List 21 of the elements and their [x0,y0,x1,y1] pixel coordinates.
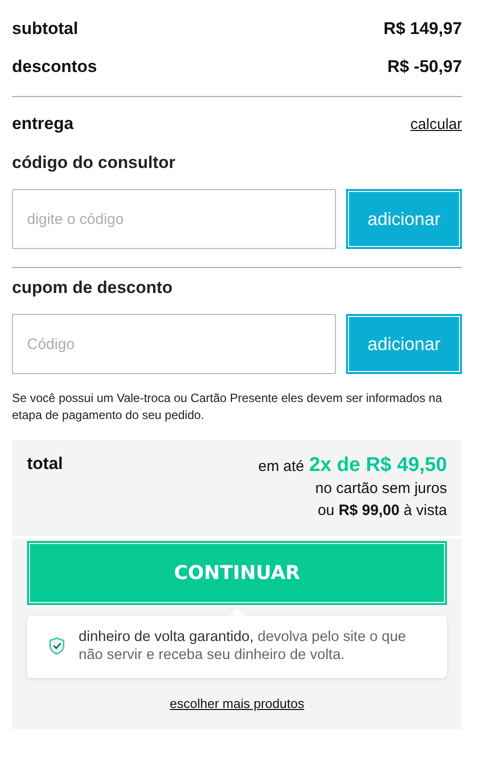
code-field[interactable]: digite o código [12,189,336,249]
section-title: código do consultor [12,153,176,173]
delivery-label: entrega [12,114,74,134]
installment-prefix: em até [258,457,304,477]
continue-button[interactable]: CONTINUAR [27,541,447,605]
code-field[interactable]: Código [12,314,336,374]
more-products-link[interactable]: escolher mais produtos [170,696,304,711]
summary-label: subtotal [12,19,78,39]
total-label: total [27,454,63,475]
cash-price: ou R$ 99,00 à vista [318,501,447,521]
section-title: cupom de desconto [12,278,174,298]
add-button[interactable]: adicionar [346,314,462,374]
summary-value: R$ -50,97 [387,57,462,77]
summary-value: R$ 149,97 [384,19,462,39]
add-button[interactable]: adicionar [346,189,462,249]
calculate-link[interactable]: calcular [410,116,462,132]
installment-terms: no cartão sem juros [315,479,447,499]
summary-label: descontos [12,57,98,77]
guarantee-text: dinheiro de volta garantido, devolva pelo site o que não servir e receba seu dinheiro de volta. [78,628,407,664]
gift-card-note: Se você possui um Vale-troca ou Cartão Presente eles devem ser informados na etapa de pagamento do seu pedido. [12,390,443,424]
installment-amount: 2x de R$ 49,50 [309,454,447,476]
